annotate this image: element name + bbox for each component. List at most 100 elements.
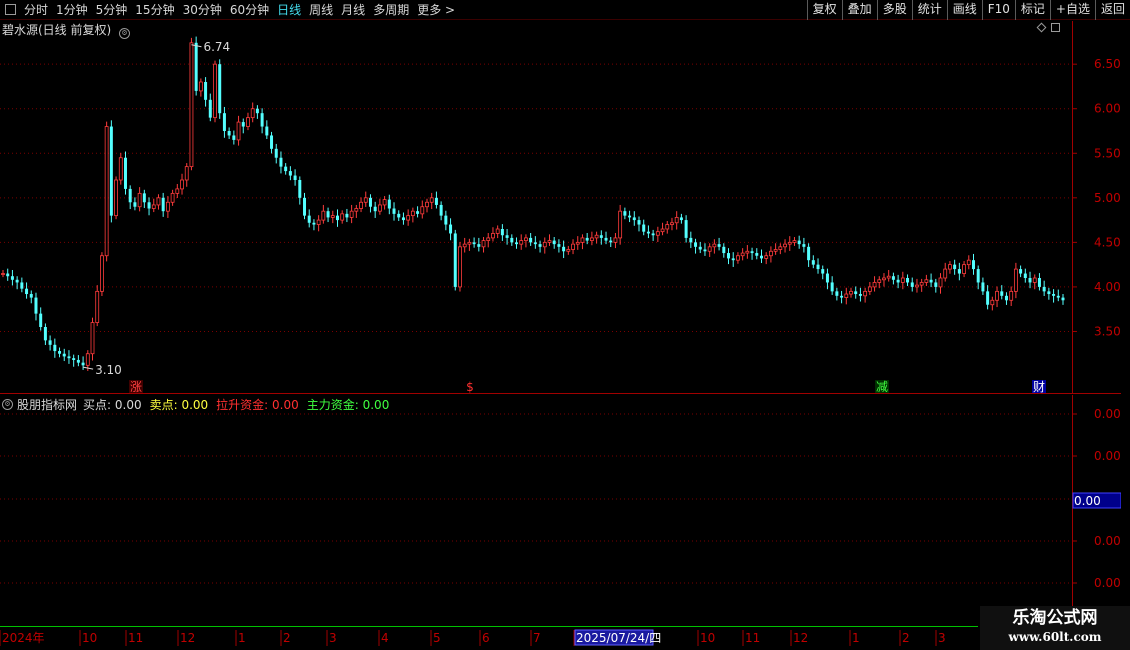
candle-body (439, 204, 443, 216)
time-axis-label: 2024年 (2, 631, 45, 645)
candle-body (410, 210, 415, 217)
candle-body (698, 246, 702, 250)
period-tab[interactable]: 周线 (309, 0, 333, 20)
candle-body (354, 208, 359, 212)
watermark-title: 乐淘公式网 (1012, 608, 1098, 628)
candle-body (67, 356, 71, 359)
period-tab[interactable]: 60分钟 (230, 0, 269, 20)
toolbar-button[interactable]: 复权 (806, 0, 842, 20)
candle-body (1037, 278, 1041, 287)
candle-body (250, 108, 255, 119)
candle-body (712, 243, 717, 248)
candle-body (906, 278, 910, 283)
period-tab[interactable]: 多周期 (373, 0, 409, 20)
candle-body (519, 240, 524, 245)
candle-body (180, 179, 184, 190)
candle-body (515, 242, 519, 245)
candle-body (886, 275, 891, 279)
candle-body (986, 291, 990, 305)
candle-body (114, 179, 118, 217)
period-tab[interactable]: 1分钟 (56, 0, 88, 20)
indicator-chart[interactable]: 0.000.000.000.000.000.00 (0, 395, 1121, 628)
indicator-tick-label: 0.00 (1094, 534, 1121, 548)
price-tick-label: 4.00 (1094, 280, 1121, 294)
candle-body (811, 260, 815, 265)
toolbar-button[interactable]: 统计 (911, 0, 947, 20)
time-axis-label: 7 (533, 631, 541, 645)
candle-body (976, 269, 980, 283)
candle-body (651, 233, 655, 236)
watermark-url: www.60lt.com (1008, 630, 1102, 644)
candle-body (500, 229, 504, 236)
toolbar-button[interactable]: +自选 (1049, 0, 1095, 20)
event-marker[interactable]: 减 (875, 380, 889, 394)
event-marker[interactable]: 涨 (129, 379, 143, 394)
candle-body (510, 237, 514, 243)
candle-body (825, 273, 829, 283)
period-tab[interactable]: 分时 (24, 0, 48, 20)
candle-body (81, 362, 85, 366)
price-chart[interactable]: 6.50 6.00 5.50 5.00 4.50 4.00 3.50 6.74 3.10 涨 $ 减 财 (0, 21, 1121, 394)
candle-body (368, 197, 372, 207)
candle-body (717, 244, 721, 247)
candle-body (797, 240, 801, 245)
candle-body (571, 243, 575, 250)
toolbar: 分时 1分钟 5分钟 15分钟 30分钟 60分钟 日线 周线 月线 多周期 更多 > 复权 叠加 多股… (0, 0, 1130, 20)
candle-body (303, 197, 307, 216)
toolbar-button[interactable]: 返回 (1094, 0, 1130, 20)
period-tab[interactable]: 30分钟 (183, 0, 222, 20)
candle-body (566, 249, 571, 252)
candle-body (321, 210, 326, 221)
period-tab[interactable]: 日线 (277, 0, 301, 20)
period-tab[interactable]: 15分钟 (135, 0, 174, 20)
candle-body (557, 244, 561, 247)
candle-body (562, 246, 566, 252)
candle-body (137, 192, 142, 208)
candle-body (934, 282, 938, 287)
candle-body (529, 237, 533, 243)
candle-body (340, 213, 345, 221)
window-menu-icon[interactable] (5, 4, 16, 15)
time-axis-label: 4 (381, 631, 389, 645)
candle-body (194, 42, 198, 91)
period-tab[interactable]: 更多 > (417, 0, 455, 20)
candle-body (363, 197, 368, 203)
toolbar-button[interactable]: 叠加 (841, 0, 877, 20)
candle-body (773, 249, 778, 252)
candle-body (1042, 286, 1046, 292)
period-tab[interactable]: 月线 (341, 0, 365, 20)
candle-body (458, 246, 462, 288)
toolbar-button[interactable]: 画线 (946, 0, 982, 20)
indicator-current-value: 0.00 (1074, 494, 1101, 508)
candle-body (618, 210, 623, 239)
max-price-label: 6.74 (203, 40, 230, 54)
candle-body (727, 253, 731, 259)
candle-body (62, 353, 66, 357)
toolbar-button[interactable]: 标记 (1014, 0, 1050, 20)
candle-body (142, 193, 146, 203)
candle-body (204, 82, 208, 100)
candle-body (807, 246, 811, 261)
candle-body (53, 344, 57, 352)
candle-body (274, 148, 278, 158)
time-axis-label: 3 (938, 631, 946, 645)
candle-body (76, 359, 80, 363)
toolbar-button[interactable]: F10 (981, 0, 1015, 20)
candle-body (731, 258, 735, 261)
candle-body (1013, 268, 1018, 292)
time-axis-label: 10 (82, 631, 97, 645)
candle-body (580, 237, 585, 243)
candle-body (1047, 291, 1051, 295)
time-axis-label: 1 (852, 631, 860, 645)
toolbar-button[interactable]: 多股 (876, 0, 912, 20)
candle-body (953, 264, 957, 270)
event-marker[interactable]: 财 (1032, 380, 1046, 394)
period-tab[interactable]: 5分钟 (96, 0, 128, 20)
candle-body (849, 290, 853, 295)
event-marker-label: 财 (1033, 380, 1045, 394)
event-marker[interactable]: $ (466, 380, 474, 394)
candle-body (778, 246, 783, 250)
candle-body (938, 277, 943, 288)
candle-body (189, 42, 194, 168)
candle-body (783, 243, 787, 248)
